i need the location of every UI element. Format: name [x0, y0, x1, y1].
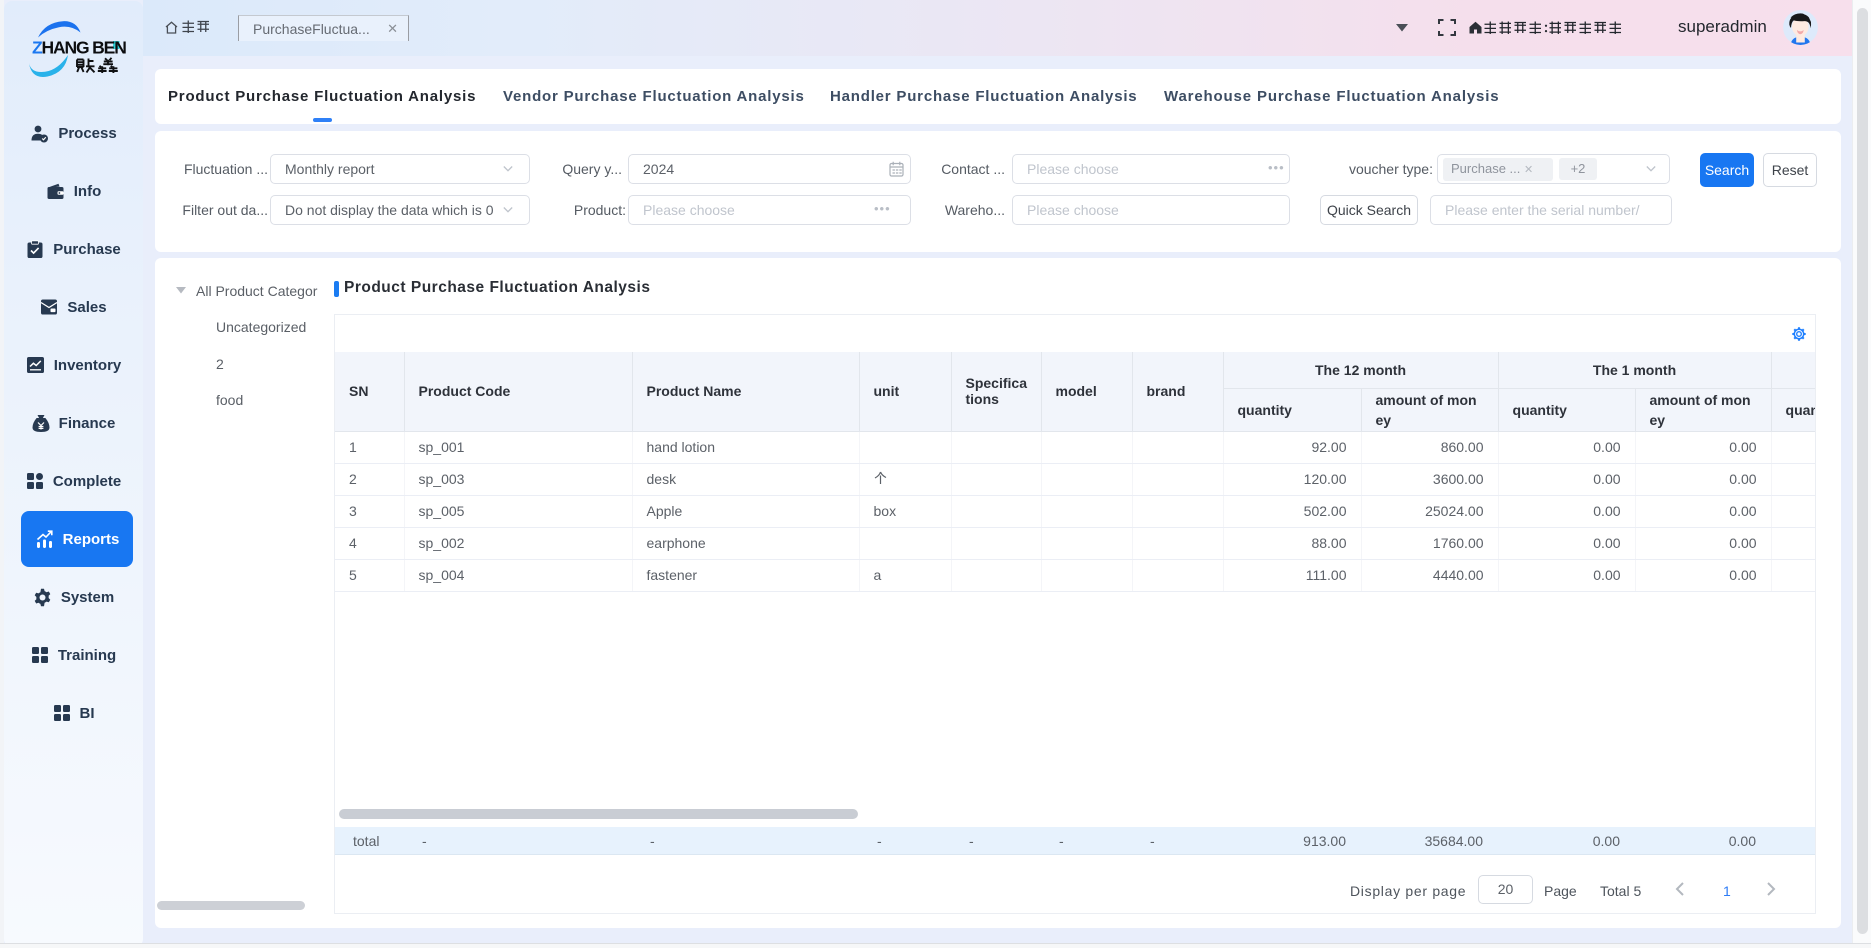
svg-text:ZHANG BEN: ZHANG BEN [32, 38, 126, 58]
